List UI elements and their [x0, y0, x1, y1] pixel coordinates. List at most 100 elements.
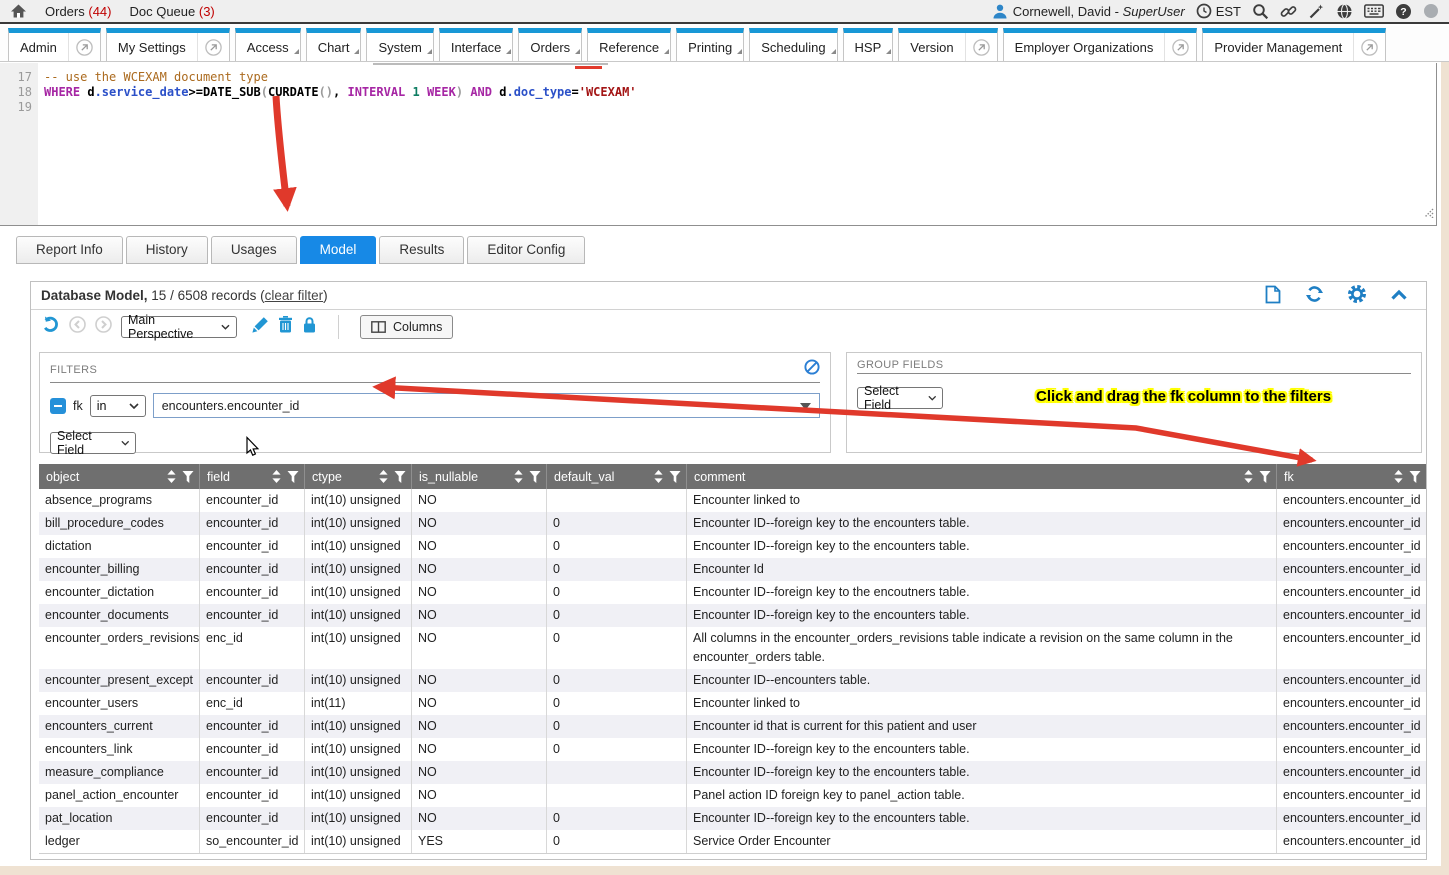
tab-history[interactable]: History — [126, 236, 208, 264]
column-header-comment[interactable]: comment — [686, 464, 1276, 489]
filter-icon[interactable] — [1409, 471, 1421, 483]
cell-field: encounter_id — [199, 738, 304, 761]
user-menu[interactable]: Cornewell, David - SuperUser — [992, 3, 1185, 19]
tab-model[interactable]: Model — [300, 236, 377, 264]
table-row[interactable]: encounter_present_exceptencounter_idint(… — [39, 669, 1426, 692]
help-icon[interactable]: ? — [1395, 3, 1412, 20]
delete-perspective-icon[interactable] — [278, 316, 293, 338]
nav-tab-label: Scheduling — [750, 40, 836, 55]
keyboard-icon[interactable] — [1364, 4, 1384, 18]
perspective-select[interactable]: Main Perspective — [121, 316, 237, 338]
table-row[interactable]: dictationencounter_idint(10) unsignedNO0… — [39, 535, 1426, 558]
search-icon[interactable] — [1252, 3, 1269, 20]
clear-filters-icon[interactable] — [804, 359, 820, 380]
resize-handle-icon[interactable] — [1422, 205, 1434, 223]
sort-icon[interactable] — [654, 470, 663, 483]
filter-icon[interactable] — [394, 471, 406, 483]
cell-ctype: int(10) unsigned — [304, 558, 411, 581]
sort-icon[interactable] — [167, 470, 176, 483]
column-header-fk[interactable]: fk — [1276, 464, 1426, 489]
external-link-icon[interactable] — [1164, 33, 1196, 61]
filter-icon[interactable] — [182, 471, 194, 483]
cell-ctype: int(10) unsigned — [304, 830, 411, 853]
tab-report-info[interactable]: Report Info — [16, 236, 123, 264]
add-filter-field-select[interactable]: Select Field — [50, 432, 136, 454]
table-row[interactable]: encounter_documentsencounter_idint(10) u… — [39, 604, 1426, 627]
filter-icon[interactable] — [529, 471, 541, 483]
wand-icon[interactable] — [1308, 3, 1325, 20]
refresh-icon[interactable] — [1305, 285, 1324, 306]
gear-icon[interactable] — [1348, 285, 1366, 306]
external-link-icon[interactable] — [68, 33, 100, 61]
clear-filter-link[interactable]: clear filter — [265, 288, 324, 303]
table-row[interactable]: encounters_currentencounter_idint(10) un… — [39, 715, 1426, 738]
filter-value-input[interactable] — [154, 399, 792, 413]
nav-tab-my-settings[interactable]: My Settings — [106, 28, 230, 61]
table-row[interactable]: measure_complianceencounter_idint(10) un… — [39, 761, 1426, 784]
column-header-default-val[interactable]: default_val — [546, 464, 686, 489]
globe-icon[interactable] — [1336, 3, 1353, 20]
lock-icon[interactable] — [302, 316, 317, 338]
table-row[interactable]: encounter_orders_revisionsenc_idint(10) … — [39, 627, 1426, 669]
filter-operator-select[interactable]: in — [90, 395, 146, 417]
history-back-icon — [69, 316, 86, 338]
add-group-field-select[interactable]: Select Field — [857, 387, 943, 409]
nav-tab-employer-organizations[interactable]: Employer Organizations — [1003, 28, 1198, 61]
column-header-is-nullable[interactable]: is_nullable — [411, 464, 546, 489]
table-row[interactable]: bill_procedure_codesencounter_idint(10) … — [39, 512, 1426, 535]
sort-icon[interactable] — [1244, 470, 1253, 483]
nav-tab-reference[interactable]: Reference — [587, 28, 671, 61]
nav-tab-admin[interactable]: Admin — [8, 28, 101, 61]
filter-icon[interactable] — [287, 471, 299, 483]
sort-icon[interactable] — [1394, 470, 1403, 483]
nav-tab-chart[interactable]: Chart — [306, 28, 362, 61]
nav-tab-scheduling[interactable]: Scheduling — [749, 28, 837, 61]
table-row[interactable]: ledgerso_encounter_idint(10) unsignedYES… — [39, 830, 1426, 853]
dropdown-corner-icon — [427, 49, 432, 54]
sort-icon[interactable] — [514, 470, 523, 483]
sort-icon[interactable] — [272, 470, 281, 483]
external-link-icon[interactable] — [1353, 33, 1385, 61]
nav-tab-printing[interactable]: Printing — [676, 28, 744, 61]
nav-tab-provider-management[interactable]: Provider Management — [1202, 28, 1386, 61]
nav-tab-system[interactable]: System — [366, 28, 433, 61]
nav-tab-interface[interactable]: Interface — [439, 28, 514, 61]
tab-editor-config[interactable]: Editor Config — [467, 236, 585, 264]
nav-tab-hsp[interactable]: HSP — [843, 28, 894, 61]
external-link-icon[interactable] — [197, 33, 229, 61]
nav-tab-version[interactable]: Version — [898, 28, 997, 61]
column-header-field[interactable]: field — [199, 464, 304, 489]
editor-code[interactable]: -- use the WCEXAM document typeWHERE d.s… — [44, 63, 1422, 115]
sort-icon[interactable] — [379, 470, 388, 483]
topbar-link-doc-queue[interactable]: Doc Queue (3) — [129, 4, 214, 19]
home-icon[interactable] — [10, 3, 27, 19]
topbar-link-orders[interactable]: Orders (44) — [45, 4, 111, 19]
filter-icon[interactable] — [1259, 471, 1271, 483]
column-header-object[interactable]: object — [39, 464, 199, 489]
external-link-icon[interactable] — [965, 33, 997, 61]
column-header-ctype[interactable]: ctype — [304, 464, 411, 489]
table-row[interactable]: encounters_linkencounter_idint(10) unsig… — [39, 738, 1426, 761]
columns-button[interactable]: Columns — [360, 315, 453, 339]
table-row[interactable]: encounter_usersenc_idint(11)NO0Encounter… — [39, 692, 1426, 715]
table-row[interactable]: encounter_dictationencounter_idint(10) u… — [39, 581, 1426, 604]
table-row[interactable]: panel_action_encounterencounter_idint(10… — [39, 784, 1426, 807]
nav-tab-access[interactable]: Access — [235, 28, 301, 61]
filter-value-combobox[interactable] — [153, 393, 820, 418]
collapse-panel-icon[interactable] — [1390, 288, 1408, 304]
table-row[interactable]: pat_locationencounter_idint(10) unsigned… — [39, 807, 1426, 830]
table-row[interactable]: absence_programsencounter_idint(10) unsi… — [39, 489, 1426, 512]
timezone-indicator[interactable]: EST — [1196, 3, 1241, 19]
edit-perspective-icon[interactable] — [252, 316, 269, 338]
sql-editor[interactable]: 171819 -- use the WCEXAM document typeWH… — [0, 63, 1437, 226]
tab-usages[interactable]: Usages — [211, 236, 297, 264]
new-document-icon[interactable] — [1265, 285, 1281, 307]
nav-tab-orders[interactable]: Orders — [518, 28, 582, 61]
link-icon[interactable] — [1280, 3, 1297, 20]
reset-icon[interactable] — [41, 315, 60, 339]
filter-icon[interactable] — [669, 471, 681, 483]
remove-filter-button[interactable] — [50, 398, 66, 414]
table-row[interactable]: encounter_billingencounter_idint(10) uns… — [39, 558, 1426, 581]
tab-results[interactable]: Results — [379, 236, 464, 264]
combo-caret-icon[interactable] — [792, 397, 819, 415]
